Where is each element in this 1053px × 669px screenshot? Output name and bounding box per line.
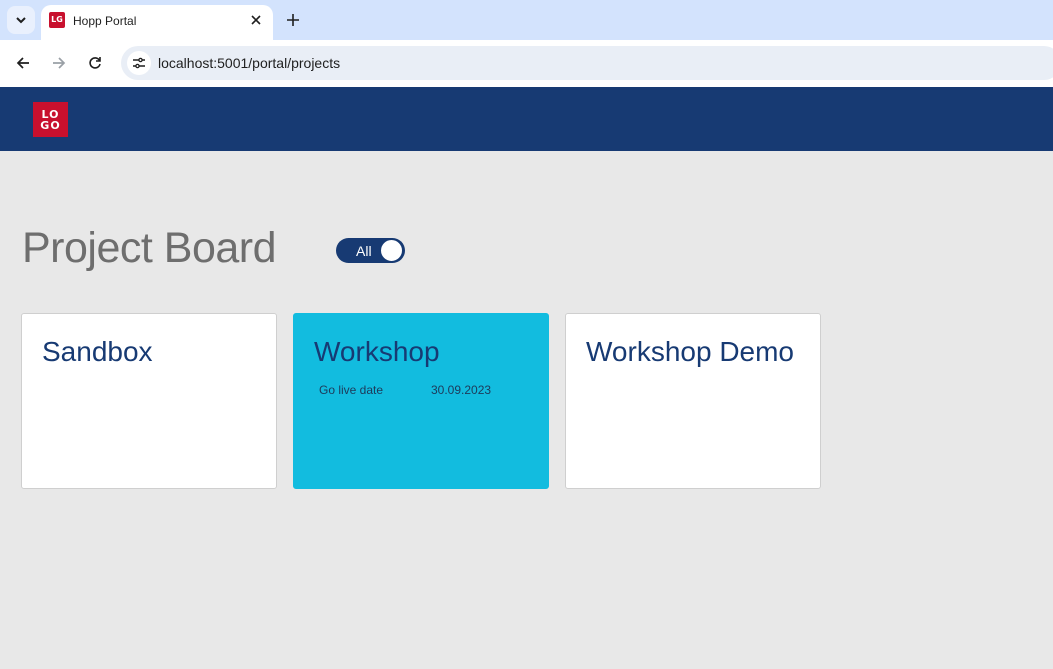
filter-toggle-label: All [356, 243, 372, 259]
favicon-icon: LG [49, 12, 65, 28]
address-bar[interactable]: localhost:5001/portal/projects [121, 46, 1053, 80]
project-card-title: Workshop Demo [586, 336, 795, 367]
project-card-workshop[interactable]: Workshop Go live date 30.09.2023 [293, 313, 549, 489]
tune-icon [133, 57, 145, 69]
site-info-button[interactable] [127, 51, 151, 75]
url-text: localhost:5001/portal/projects [158, 55, 341, 71]
close-icon [251, 15, 261, 25]
new-tab-button[interactable] [282, 9, 304, 31]
logo-line-2: GO [40, 118, 61, 132]
project-card-title: Sandbox [42, 336, 153, 367]
toggle-knob [380, 239, 403, 262]
reload-button[interactable] [83, 51, 107, 75]
logo-line-1: LO [41, 107, 60, 121]
tab-title: Hopp Portal [73, 14, 137, 28]
project-card-sandbox[interactable]: Sandbox [21, 313, 277, 489]
project-card-workshop-demo[interactable]: Workshop Demo [565, 313, 821, 489]
reload-icon [89, 57, 101, 69]
forward-button[interactable] [47, 51, 71, 75]
chevron-down-icon [16, 17, 26, 24]
back-button[interactable] [11, 51, 35, 75]
arrow-right-icon [53, 57, 66, 69]
go-live-date-label: Go live date [319, 383, 384, 397]
logo[interactable]: LO GO [33, 102, 68, 137]
page-title: Project Board [22, 224, 277, 272]
filter-toggle[interactable]: All [336, 238, 405, 263]
project-card-title: Workshop [314, 336, 440, 367]
browser-toolbar: localhost:5001/portal/projects [0, 40, 1053, 87]
browser-tabstrip: LG Hopp Portal [0, 0, 1053, 40]
app-header: LO GO [0, 87, 1053, 151]
go-live-date-value: 30.09.2023 [431, 383, 492, 397]
arrow-left-icon [16, 57, 29, 69]
plus-icon [287, 14, 299, 26]
tab-close-button[interactable] [247, 11, 265, 29]
go-live-date-row: Go live date 30.09.2023 [319, 383, 491, 397]
tab-search-button[interactable] [7, 6, 35, 34]
browser-tab[interactable]: LG Hopp Portal [41, 5, 273, 40]
